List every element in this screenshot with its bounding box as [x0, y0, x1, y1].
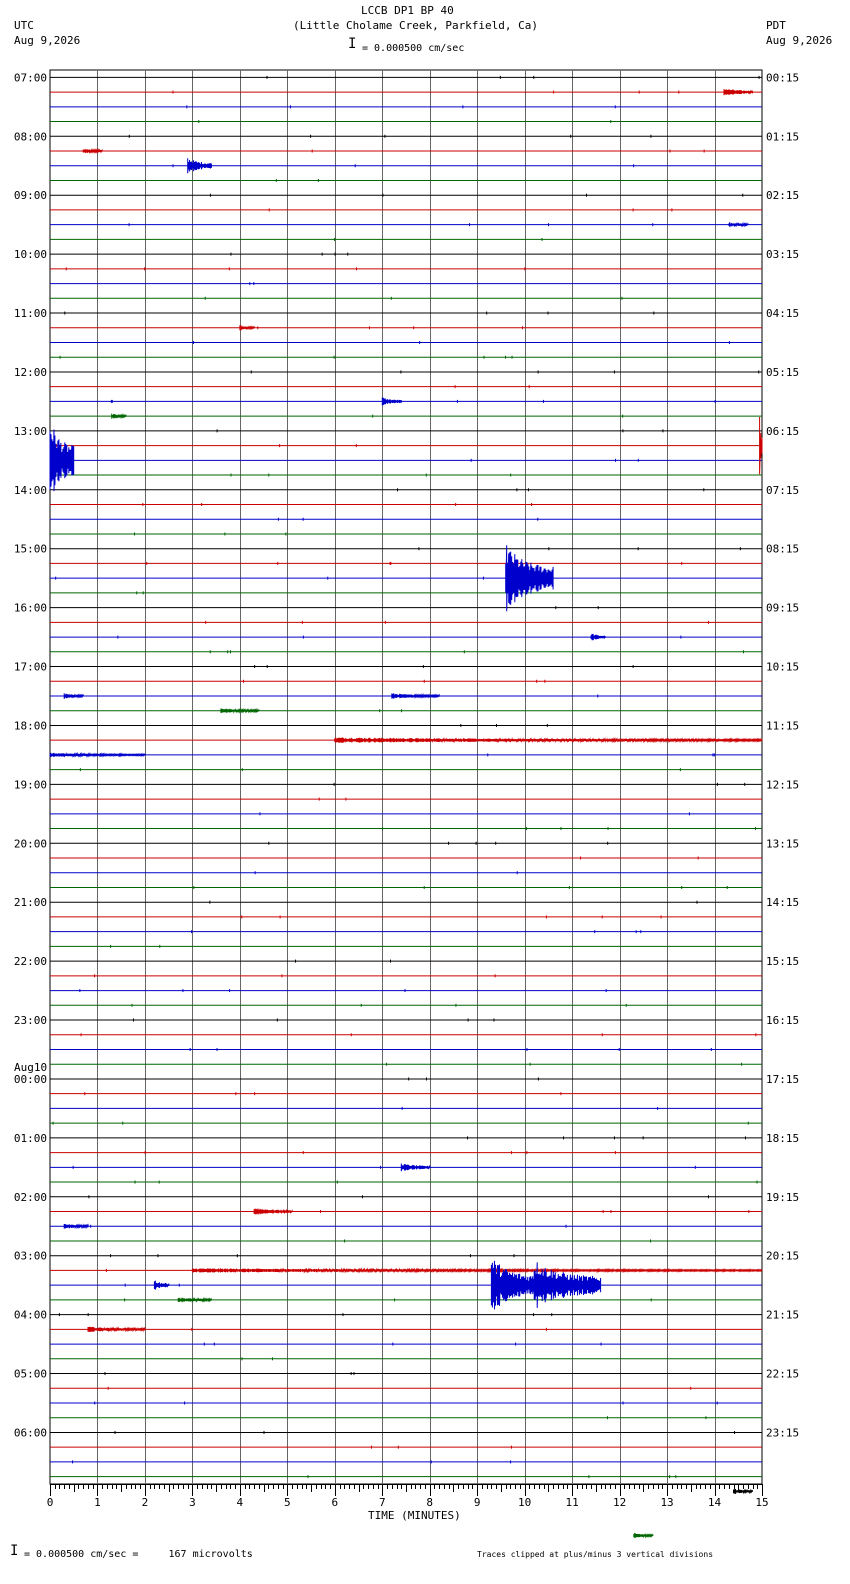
utc-hour-label: 00:00	[14, 1073, 47, 1086]
seismic-event	[490, 1260, 540, 1310]
pdt-hour-label: 22:15	[766, 1368, 799, 1381]
footer-scale-icon: I	[10, 1543, 19, 1559]
x-tick-label: 15	[755, 1496, 768, 1509]
x-tick-label: 13	[660, 1496, 673, 1509]
pdt-hour-label: 06:15	[766, 425, 799, 438]
pdt-hour-label: 08:15	[766, 543, 799, 556]
pdt-hour-label: 23:15	[766, 1426, 799, 1439]
pdt-hour-label: 11:15	[766, 719, 799, 732]
seismic-event	[723, 89, 753, 96]
utc-hour-label: 04:00	[14, 1309, 47, 1322]
pdt-hour-label: 13:15	[766, 837, 799, 850]
utc-hour-label: 14:00	[14, 484, 47, 497]
utc-hour-label: 05:00	[14, 1368, 47, 1381]
pdt-hour-label: 05:15	[766, 366, 799, 379]
trace-group	[49, 75, 763, 1539]
pdt-hour-label: 07:15	[766, 484, 799, 497]
pdt-hour-label: 03:15	[766, 248, 799, 261]
utc-hour-label: 15:00	[14, 543, 47, 556]
utc-hour-label: 21:00	[14, 896, 47, 909]
utc-hour-label: 06:00	[14, 1426, 47, 1439]
seismic-event	[153, 1280, 170, 1290]
pdt-hour-label: 09:15	[766, 602, 799, 615]
pdt-hour-label: 00:15	[766, 71, 799, 84]
utc-hour-label: 17:00	[14, 661, 47, 674]
seismic-event	[334, 737, 763, 744]
x-tick-label: 14	[708, 1496, 722, 1509]
pdt-hour-label: 12:15	[766, 778, 799, 791]
x-tick-label: 12	[613, 1496, 626, 1509]
seismic-event	[391, 692, 440, 699]
utc-hour-label: 09:00	[14, 189, 47, 202]
seismic-event	[733, 1488, 753, 1495]
seismic-event	[400, 1163, 431, 1172]
x-tick-label: 1	[94, 1496, 101, 1509]
utc-hour-label: 12:00	[14, 366, 47, 379]
utc-hour-label: 10:00	[14, 248, 47, 261]
utc-hour-label: 03:00	[14, 1250, 47, 1263]
x-tick-label: 11	[566, 1496, 579, 1509]
seismic-event	[111, 413, 127, 420]
pdt-hour-label: 04:15	[766, 307, 799, 320]
utc-hour-label: 13:00	[14, 425, 47, 438]
utc-hour-label: 19:00	[14, 778, 47, 791]
date-change-label: Aug10	[14, 1061, 48, 1074]
pdt-hour-label: 17:15	[766, 1073, 799, 1086]
pdt-hour-label: 21:15	[766, 1309, 799, 1322]
seismic-event	[63, 693, 84, 699]
pdt-hour-label: 20:15	[766, 1250, 799, 1263]
x-tick-label: 6	[331, 1496, 338, 1509]
x-tick-label: 0	[47, 1496, 54, 1509]
seismic-event	[177, 1296, 212, 1304]
seismic-event	[505, 545, 554, 612]
footer-scale-text: = 0.000500 cm/sec = 167 microvolts	[24, 1549, 253, 1560]
pdt-hour-label: 15:15	[766, 955, 799, 968]
utc-hour-label: 07:00	[14, 71, 47, 84]
utc-hour-label: 18:00	[14, 719, 47, 732]
x-tick-label: 4	[237, 1496, 244, 1509]
seismic-event	[633, 1532, 654, 1539]
x-tick-label: 7	[379, 1496, 386, 1509]
utc-hour-label: 01:00	[14, 1132, 47, 1145]
time-axis: 0 1 2 3 4 5 6 7 8 9 10 11 12 13 14 15	[47, 1484, 769, 1509]
pdt-hour-label: 01:15	[766, 130, 799, 143]
x-tick-label: 10	[518, 1496, 531, 1509]
pdt-hour-label: 19:15	[766, 1191, 799, 1204]
seismic-event	[220, 707, 260, 714]
seismic-event	[63, 1223, 89, 1230]
seismic-event	[82, 148, 103, 154]
utc-hour-label: 02:00	[14, 1191, 47, 1204]
utc-hour-label: 22:00	[14, 955, 47, 968]
utc-hour-labels: 07:00 08:00 09:00 10:00 11:00 12:00 13:00 14:00…	[14, 71, 47, 1439]
utc-hour-label: 16:00	[14, 602, 47, 615]
pdt-hour-label: 14:15	[766, 896, 799, 909]
pdt-hour-label: 02:15	[766, 189, 799, 202]
x-tick-label: 5	[284, 1496, 291, 1509]
utc-hour-label: 11:00	[14, 307, 47, 320]
utc-hour-label: 23:00	[14, 1014, 47, 1027]
seismic-event	[87, 1326, 146, 1333]
pdt-hour-label: 16:15	[766, 1014, 799, 1027]
pdt-hour-labels: 00:15 01:15 02:15 03:15 04:15 05:15 06:15 07:15…	[766, 71, 799, 1439]
x-tick-label: 2	[142, 1496, 149, 1509]
utc-hour-label: 20:00	[14, 837, 47, 850]
x-tick-label: 8	[426, 1496, 433, 1509]
seismic-event	[253, 1208, 293, 1215]
seismic-event	[381, 397, 402, 406]
x-tick-label: 3	[189, 1496, 196, 1509]
pdt-hour-label: 10:15	[766, 661, 799, 674]
seismic-event	[187, 158, 212, 174]
seismic-event	[590, 633, 606, 641]
pdt-hour-label: 18:15	[766, 1132, 799, 1145]
seismic-event	[49, 429, 75, 492]
x-axis-title: TIME (MINUTES)	[368, 1509, 461, 1522]
utc-hour-label: 08:00	[14, 130, 47, 143]
clip-note: Traces clipped at plus/minus 3 vertical …	[477, 1550, 714, 1559]
helicorder-plot: 0 1 2 3 4 5 6 7 8 9 10 11 12 13 14 15 07:0008:0009:0010…	[14, 69, 799, 1539]
seismic-event	[728, 221, 749, 228]
x-tick-label: 9	[474, 1496, 481, 1509]
seismic-event	[239, 325, 255, 331]
